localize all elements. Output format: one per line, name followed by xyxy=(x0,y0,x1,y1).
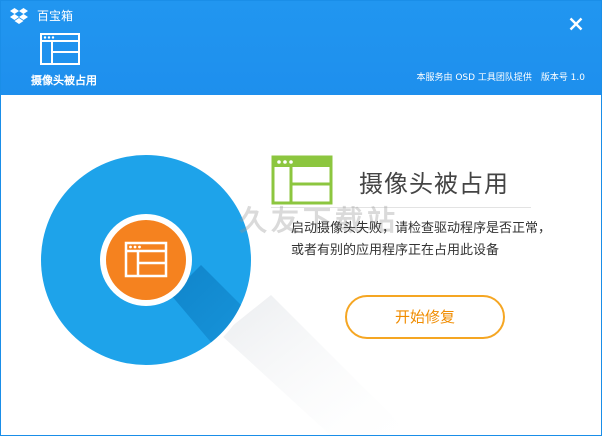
error-title: 摄像头被占用 xyxy=(359,170,509,198)
error-description-line-1: 启动摄像头失败，请检查驱动程序是否正常， xyxy=(291,221,552,236)
tab-camera-occupied[interactable]: 摄像头被占用 xyxy=(29,33,99,95)
window-icon xyxy=(271,155,333,205)
error-description-line-2: 或者有别的应用程序正在占用此设备 xyxy=(291,243,500,258)
header-bar: 百宝箱 摄像头被占用 本服务由 OSD 工具团队提供 版本号 1.0 xyxy=(1,1,601,95)
provider-text: 本服务由 OSD 工具团队提供 xyxy=(416,73,532,83)
tab-label: 摄像头被占用 xyxy=(31,74,97,87)
version-text: 版本号 1.0 xyxy=(540,73,585,83)
app-window: 百宝箱 摄像头被占用 本服务由 OSD 工具团队提供 版本号 1.0 摄像头被占… xyxy=(0,0,602,436)
title-divider xyxy=(271,207,531,208)
app-name: 百宝箱 xyxy=(37,9,74,23)
main-content: 摄像头被占用 久友下载站 启动摄像头失败，请检查驱动程序是否正常， 或者有别的应… xyxy=(1,95,601,435)
camera-illustration xyxy=(37,151,411,435)
start-repair-button[interactable]: 开始修复 xyxy=(345,295,505,339)
window-icon xyxy=(40,33,80,65)
close-icon xyxy=(569,17,583,31)
close-button[interactable] xyxy=(565,13,587,35)
box-logo-icon xyxy=(10,8,28,24)
provider-info: 本服务由 OSD 工具团队提供 版本号 1.0 xyxy=(410,72,585,84)
orange-circle xyxy=(106,220,186,300)
